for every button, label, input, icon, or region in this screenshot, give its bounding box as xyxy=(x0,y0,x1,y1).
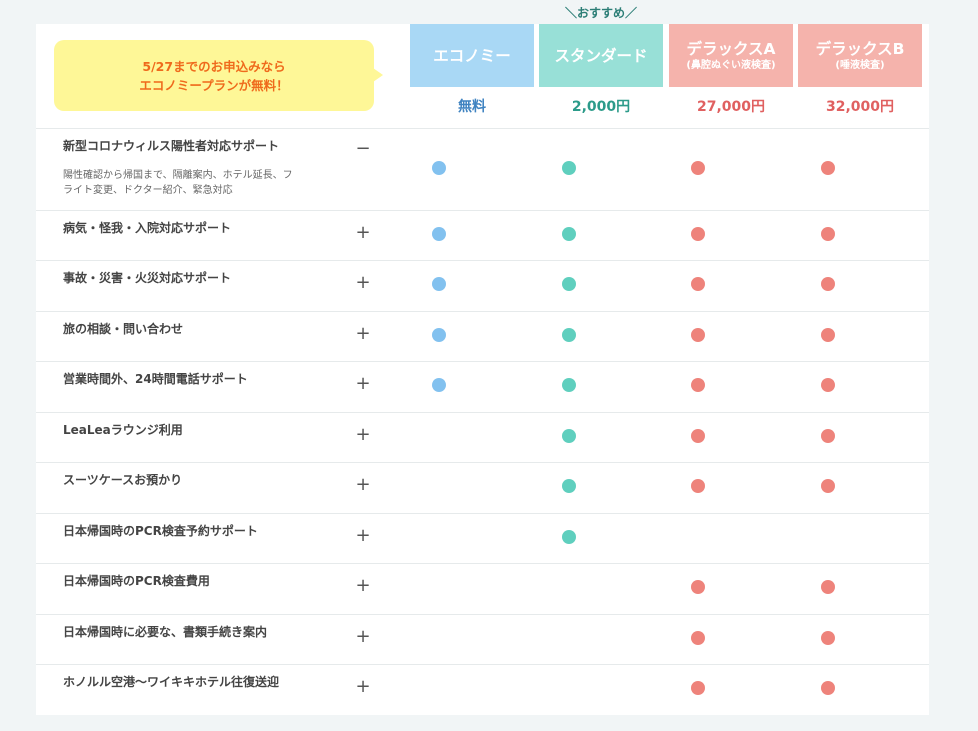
included-dot-std xyxy=(562,530,576,544)
feature-label: 事故・災害・火災対応サポート xyxy=(63,271,232,285)
expand-toggle-button[interactable]: + xyxy=(354,325,372,343)
promo-callout: 5/27までのお申込みなら エコノミープランが無料！ xyxy=(54,40,383,111)
included-dot-dxb xyxy=(821,161,835,175)
feature-row: 病気・怪我・入院対応サポート + xyxy=(36,210,929,261)
feature-row: 営業時間外、24時間電話サポート + xyxy=(36,361,929,413)
included-dot-std xyxy=(562,479,576,493)
plan-subtitle: (唾液検査) xyxy=(835,59,885,71)
included-dot-std xyxy=(562,429,576,443)
included-dot-dxb xyxy=(821,631,835,645)
price-deluxe-b: 32,000円 xyxy=(825,99,895,115)
collapse-toggle-button[interactable]: − xyxy=(354,140,372,158)
feature-row: スーツケースお預かり + xyxy=(36,462,929,514)
feature-row: 事故・災害・火災対応サポート + xyxy=(36,260,929,312)
included-dot-dxa xyxy=(691,681,705,695)
included-dot-eco xyxy=(432,227,446,241)
feature-label: 旅の相談・問い合わせ xyxy=(63,322,184,336)
expand-toggle-button[interactable]: + xyxy=(354,527,372,545)
expand-toggle-button[interactable]: + xyxy=(354,628,372,646)
expand-toggle-button[interactable]: + xyxy=(354,426,372,444)
plan-subtitle: (鼻腔ぬぐい液検査) xyxy=(686,59,776,71)
promo-line-1: 5/27までのお申込みなら xyxy=(142,58,286,74)
feature-description: 陽性確認から帰国まで、隔離案内、ホテル延長、フライト変更、ドクター紹介、緊急対応 xyxy=(63,170,293,196)
feature-row: 日本帰国時のPCR検査予約サポート + xyxy=(36,513,929,564)
included-dot-dxb xyxy=(821,277,835,291)
price-deluxe-a: 27,000円 xyxy=(696,99,766,115)
plan-header-standard[interactable]: スタンダード xyxy=(539,24,663,87)
expand-toggle-button[interactable]: + xyxy=(354,274,372,292)
plan-name: デラックスA xyxy=(686,39,776,58)
included-dot-std xyxy=(562,378,576,392)
included-dot-dxa xyxy=(691,277,705,291)
promo-line-2: エコノミープランが無料！ xyxy=(139,77,289,93)
included-dot-dxb xyxy=(821,378,835,392)
included-dot-dxb xyxy=(821,681,835,695)
expand-toggle-button[interactable]: + xyxy=(354,224,372,242)
price-standard: 2,000円 xyxy=(571,99,631,115)
price-economy: 無料 xyxy=(458,99,486,115)
expand-toggle-button[interactable]: + xyxy=(354,577,372,595)
included-dot-dxa xyxy=(691,227,705,241)
feature-label: 営業時間外、24時間電話サポート xyxy=(63,372,248,386)
feature-label: 新型コロナウィルス陽性者対応サポート xyxy=(63,139,280,153)
included-dot-dxb xyxy=(821,479,835,493)
included-dot-eco xyxy=(432,328,446,342)
plan-header-deluxe-a[interactable]: デラックスA (鼻腔ぬぐい液検査) xyxy=(669,24,793,87)
included-dot-dxa xyxy=(691,479,705,493)
included-dot-eco xyxy=(432,378,446,392)
plan-header-deluxe-b[interactable]: デラックスB (唾液検査) xyxy=(798,24,922,87)
recommend-label: ＼おすすめ／ xyxy=(564,6,637,20)
expand-toggle-button[interactable]: + xyxy=(354,476,372,494)
expand-toggle-button[interactable]: + xyxy=(354,375,372,393)
included-dot-dxa xyxy=(691,429,705,443)
feature-row: 旅の相談・問い合わせ + xyxy=(36,311,929,362)
feature-label: 日本帰国時のPCR検査予約サポート xyxy=(63,524,258,538)
feature-row: 新型コロナウィルス陽性者対応サポート陽性確認から帰国まで、隔離案内、ホテル延長、… xyxy=(36,128,929,211)
included-dot-dxa xyxy=(691,328,705,342)
included-dot-eco xyxy=(432,161,446,175)
included-dot-std xyxy=(562,227,576,241)
feature-label: 病気・怪我・入院対応サポート xyxy=(63,221,232,235)
included-dot-eco xyxy=(432,277,446,291)
included-dot-dxb xyxy=(821,227,835,241)
included-dot-dxb xyxy=(821,580,835,594)
included-dot-dxb xyxy=(821,328,835,342)
feature-label: 日本帰国時に必要な、書類手続き案内 xyxy=(63,625,268,639)
feature-row: 日本帰国時に必要な、書類手続き案内 + xyxy=(36,614,929,665)
included-dot-dxb xyxy=(821,429,835,443)
expand-toggle-button[interactable]: + xyxy=(354,678,372,696)
feature-label: 日本帰国時のPCR検査費用 xyxy=(63,574,210,588)
feature-row: 日本帰国時のPCR検査費用 + xyxy=(36,563,929,615)
included-dot-std xyxy=(562,328,576,342)
included-dot-dxa xyxy=(691,580,705,594)
plan-name: デラックスB xyxy=(815,39,905,58)
plan-name: スタンダード xyxy=(554,46,648,65)
feature-label: スーツケースお預かり xyxy=(63,473,183,487)
feature-label: ホノルル空港〜ワイキキホテル往復送迎 xyxy=(63,675,280,689)
included-dot-dxa xyxy=(691,378,705,392)
feature-label: LeaLeaラウンジ利用 xyxy=(63,423,183,437)
included-dot-std xyxy=(562,161,576,175)
plan-name: エコノミー xyxy=(433,46,511,65)
feature-row: LeaLeaラウンジ利用 + xyxy=(36,412,929,463)
plan-header-economy[interactable]: エコノミー xyxy=(410,24,534,87)
included-dot-dxa xyxy=(691,161,705,175)
included-dot-std xyxy=(562,277,576,291)
included-dot-dxa xyxy=(691,631,705,645)
feature-row: ホノルル空港〜ワイキキホテル往復送迎 + xyxy=(36,664,929,716)
